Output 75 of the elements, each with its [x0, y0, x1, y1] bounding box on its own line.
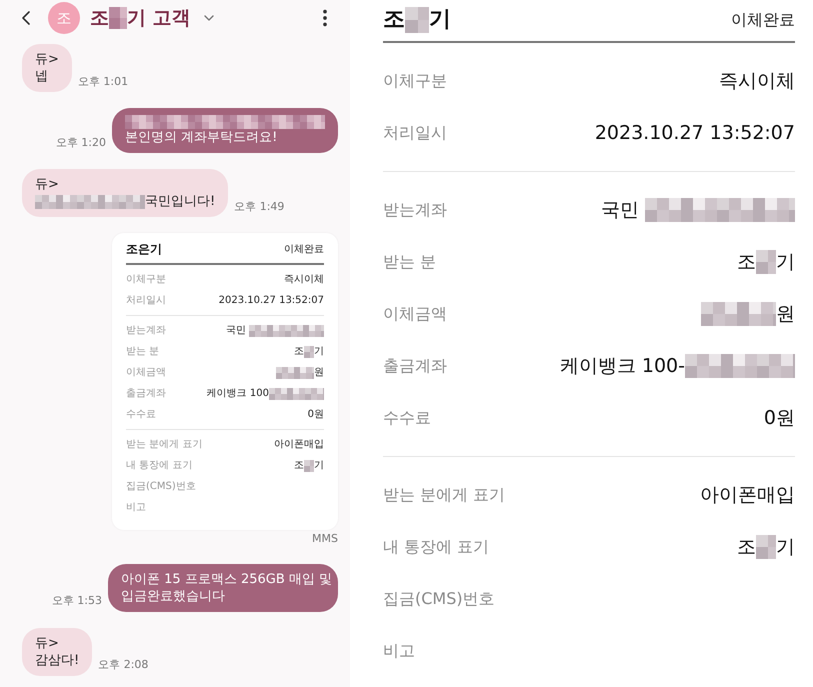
field-label: 이체구분 — [126, 273, 166, 287]
field-value: 2023.10.27 13:52:07 — [594, 120, 795, 146]
field-label: 받는 분 — [383, 251, 436, 273]
message-text: 아이폰 15 프로맥스 256GB 매입 및 — [121, 570, 332, 588]
message-time: 오후 1:01 — [78, 74, 128, 90]
message-text: 국민입니다! — [145, 193, 216, 210]
message-text: 듀> — [35, 51, 59, 68]
field-label: 처리일시 — [383, 122, 447, 144]
receipt-title: 기 — [429, 6, 451, 34]
field-label: 내 통장에 표기 — [383, 536, 490, 558]
redaction-mosaic — [304, 346, 314, 358]
receipt-title: 조은기 — [126, 241, 162, 258]
transfer-status: 이체완료 — [731, 8, 795, 30]
field-value: 0원 — [764, 406, 795, 431]
receipt-image[interactable]: 조은기 이체완료 이체구분 즉시이체 처리일시 2023.10.27 13:52:07 받는계좌 국민 받는 분 조 기 이체금액 원 출금계좌 케이뱅크 100 수수료 0원 받는 분에게 표기 아이폰매입 내 통장에 표기 조 기 집금(CMS)번호 비고 — [112, 233, 338, 530]
field-label: 받는 분 — [126, 345, 160, 359]
field-label: 비고 — [383, 640, 415, 662]
message-time: 오후 1:20 — [56, 134, 106, 150]
field-label: 이체구분 — [383, 70, 447, 92]
transfer-status: 이체완료 — [284, 242, 324, 256]
redaction-mosaic — [276, 366, 314, 378]
field-value: 아이폰매입 — [274, 438, 324, 452]
field-label: 집금(CMS)번호 — [383, 588, 495, 610]
field-label: 받는계좌 — [383, 199, 447, 221]
field-label: 비고 — [126, 501, 146, 515]
redaction-mosaic — [304, 460, 314, 472]
redaction-mosaic — [405, 6, 429, 32]
chat-title: 조 — [90, 6, 109, 31]
field-label: 출금계좌 — [383, 355, 447, 377]
message-time: 오후 1:53 — [52, 593, 102, 609]
field-label: 처리일시 — [126, 294, 166, 308]
field-label: 내 통장에 표기 — [126, 459, 192, 473]
field-value: 조 — [737, 534, 756, 560]
field-value: 조 — [294, 459, 304, 473]
field-value: 조 — [737, 250, 756, 275]
field-label: 수수료 — [383, 407, 431, 429]
field-value: 원 — [776, 302, 795, 327]
field-label: 이체금액 — [383, 303, 447, 325]
mms-label: MMS — [312, 531, 338, 547]
field-label: 받는 분에게 표기 — [383, 484, 506, 506]
field-value: 0원 — [308, 408, 324, 422]
field-label: 집금(CMS)번호 — [126, 480, 196, 494]
field-value: 국민 — [226, 324, 247, 338]
field-label: 받는 분에게 표기 — [126, 438, 202, 452]
field-value: 국민 — [600, 198, 640, 223]
message-text: 감삼다! — [35, 652, 80, 668]
field-value: 기 — [776, 250, 795, 275]
chat-title: 기 고객 — [127, 6, 191, 31]
field-value: 케이뱅크 100 — [206, 387, 269, 401]
field-value: 조 — [294, 345, 304, 359]
field-value: 즉시이체 — [284, 273, 324, 287]
redaction-mosaic — [756, 250, 776, 274]
field-label: 출금계좌 — [126, 387, 166, 401]
field-label: 받는계좌 — [126, 324, 166, 338]
redaction-mosaic — [269, 388, 324, 400]
field-value: 2023.10.27 13:52:07 — [218, 294, 324, 308]
redaction-mosaic — [109, 7, 127, 29]
field-value: 기 — [314, 459, 324, 473]
message-time: 오후 1:49 — [234, 198, 284, 214]
field-value: 아이폰매입 — [700, 482, 795, 508]
message-text: 듀> — [35, 176, 59, 193]
field-value: 원 — [314, 366, 324, 380]
message-text: 본인명의 계좌부탁드려요! — [125, 129, 278, 146]
receipt-title: 조 — [383, 6, 405, 34]
message-text: 입금완료했습니다 — [121, 588, 225, 604]
redaction-mosaic — [756, 535, 776, 559]
message-time: 오후 2:08 — [98, 657, 148, 673]
message-text: 넵 — [35, 68, 48, 85]
field-value: 기 — [776, 534, 795, 560]
field-value: 기 — [314, 345, 324, 359]
field-label: 수수료 — [126, 408, 156, 422]
field-label: 이체금액 — [126, 366, 166, 380]
field-value: 즉시이체 — [719, 68, 795, 94]
message-text: 듀> — [35, 634, 59, 652]
field-value: 케이뱅크 100- — [560, 354, 685, 379]
